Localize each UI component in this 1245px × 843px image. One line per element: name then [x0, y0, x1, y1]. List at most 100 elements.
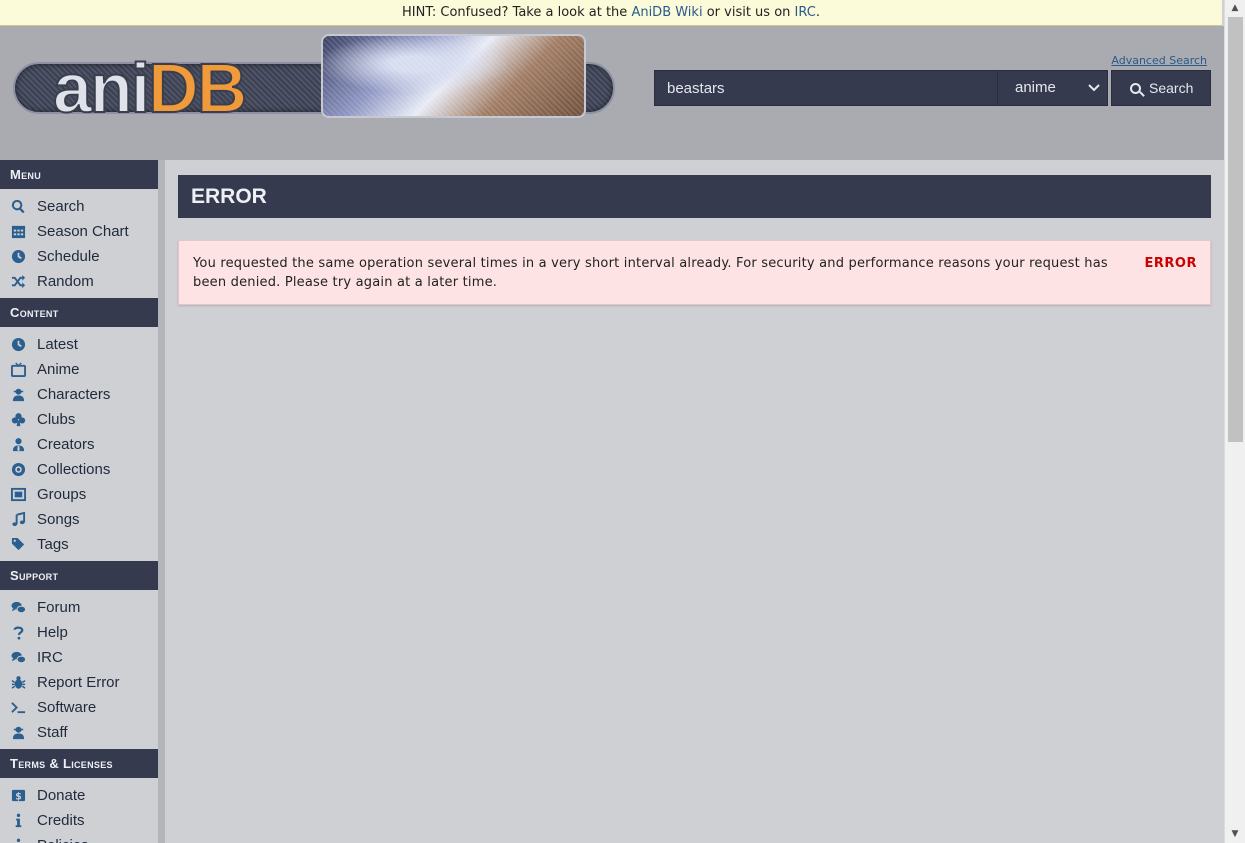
sidebar-item-label: Songs — [37, 511, 80, 528]
scrollbar[interactable]: ▲ ▼ — [1224, 0, 1245, 843]
info-icon — [10, 838, 26, 843]
scroll-thumb[interactable] — [1228, 17, 1243, 442]
sidebar-item-tags[interactable]: Tags — [0, 532, 158, 557]
sidebar-section-terms-licenses: Terms & Licenses — [0, 749, 158, 778]
sidebar-item-schedule[interactable]: Schedule — [0, 244, 158, 269]
question-icon — [10, 625, 26, 641]
sidebar-section-list: Latest Anime Characters Clubs Creators Collec… — [0, 327, 158, 561]
wiki-link[interactable]: AniDB Wiki — [631, 5, 702, 20]
search-type-value: anime — [1015, 79, 1056, 96]
comments-icon — [10, 600, 26, 616]
sidebar-item-staff[interactable]: Staff — [0, 720, 158, 745]
sidebar-item-irc[interactable]: IRC — [0, 645, 158, 670]
sidebar-item-label: Donate — [37, 787, 86, 804]
user-secret-icon — [10, 725, 26, 741]
sidebar-item-characters[interactable]: Characters — [0, 382, 158, 407]
dollar-icon: $ — [10, 788, 26, 804]
irc-link[interactable]: IRC — [795, 5, 816, 20]
clock-icon — [10, 337, 26, 353]
advanced-search-link[interactable]: Advanced Search — [1111, 54, 1207, 67]
sidebar-item-search[interactable]: Search — [0, 194, 158, 219]
sidebar-item-clubs[interactable]: Clubs — [0, 407, 158, 432]
sidebar-item-label: Random — [37, 273, 94, 290]
sidebar-item-songs[interactable]: Songs — [0, 507, 158, 532]
sidebar-section-support: Support — [0, 561, 158, 590]
sidebar-item-season-chart[interactable]: Season Chart — [0, 219, 158, 244]
hint-bar: HINT: Confused? Take a look at the AniDB… — [0, 0, 1222, 26]
info-icon — [10, 813, 26, 829]
sidebar-item-credits[interactable]: Credits — [0, 808, 158, 833]
sidebar-item-creators[interactable]: Creators — [0, 432, 158, 457]
sidebar-item-label: Anime — [37, 361, 80, 378]
sidebar-item-label: Report Error — [37, 674, 120, 691]
sidebar-item-latest[interactable]: Latest — [0, 332, 158, 357]
search-box: anime — [654, 70, 1108, 106]
user-tie-icon — [10, 437, 26, 453]
logo-artwork — [321, 34, 586, 118]
search-button[interactable]: Search — [1111, 70, 1211, 106]
sidebar-item-label: Season Chart — [37, 223, 129, 240]
sidebar-item-label: Help — [37, 624, 68, 641]
sidebar-section-list: $ Donate Credits Policies — [0, 778, 158, 843]
chevron-down-icon — [1088, 71, 1100, 118]
sidebar-section-menu: Menu — [0, 160, 158, 189]
site-header: aniDB Advanced Search anime Search — [0, 26, 1224, 160]
svg-text:$: $ — [15, 791, 22, 802]
comments-icon — [10, 650, 26, 666]
scroll-down-arrow-icon[interactable]: ▼ — [1225, 826, 1245, 843]
sidebar-item-software[interactable]: Software — [0, 695, 158, 720]
sidebar-item-label: IRC — [37, 649, 63, 666]
page-title: ERROR — [178, 175, 1211, 218]
scroll-up-arrow-icon[interactable]: ▲ — [1225, 0, 1245, 17]
sidebar: Menu Search Season Chart Schedule Random Cont… — [0, 160, 158, 843]
search-type-select[interactable]: anime — [997, 71, 1108, 105]
sidebar-item-groups[interactable]: Groups — [0, 482, 158, 507]
sidebar-section-list: Forum Help IRC Report Error Software Staff — [0, 590, 158, 749]
terminal-icon — [10, 700, 26, 716]
sidebar-item-label: Latest — [37, 336, 78, 353]
error-message: You requested the same operation several… — [193, 256, 1108, 290]
sidebar-item-label: Groups — [37, 486, 87, 503]
sidebar-item-collections[interactable]: Collections — [0, 457, 158, 482]
sidebar-item-policies[interactable]: Policies — [0, 833, 158, 843]
sidebar-item-report-error[interactable]: Report Error — [0, 670, 158, 695]
sidebar-item-label: Search — [37, 198, 85, 215]
logo-ani: ani — [52, 48, 151, 128]
calendar-grid-icon — [10, 224, 26, 240]
search-input[interactable] — [655, 71, 997, 105]
user-secret-icon — [10, 387, 26, 403]
logo-db: DB — [147, 48, 248, 128]
sidebar-item-help[interactable]: Help — [0, 620, 158, 645]
sidebar-item-forum[interactable]: Forum — [0, 595, 158, 620]
sidebar-section-list: Search Season Chart Schedule Random — [0, 189, 158, 298]
sidebar-section-content: Content — [0, 298, 158, 327]
object-group-icon — [10, 487, 26, 503]
club-icon — [10, 412, 26, 428]
search-button-label: Search — [1149, 80, 1194, 96]
shuffle-icon — [10, 274, 26, 290]
sidebar-item-label: Software — [37, 699, 97, 716]
bug-icon — [10, 675, 26, 691]
search-icon — [10, 199, 26, 215]
sidebar-item-label: Clubs — [37, 411, 76, 428]
music-icon — [10, 512, 26, 528]
sidebar-item-anime[interactable]: Anime — [0, 357, 158, 382]
disc-icon — [10, 462, 26, 478]
logo-wordmark: aniDB — [52, 48, 248, 128]
sidebar-item-label: Collections — [37, 461, 111, 478]
clock-icon — [10, 249, 26, 265]
hint-prefix: HINT: Confused? Take a look at the — [402, 5, 632, 20]
sidebar-item-label: Credits — [37, 812, 85, 829]
search-icon — [1130, 83, 1141, 94]
sidebar-item-donate[interactable]: $ Donate — [0, 783, 158, 808]
hint-suffix: . — [815, 5, 820, 20]
sidebar-item-random[interactable]: Random — [0, 269, 158, 294]
error-message-box: You requested the same operation several… — [178, 240, 1211, 305]
sidebar-item-label: Policies — [37, 837, 89, 843]
error-label: ERROR — [1144, 256, 1197, 271]
hint-middle: or visit us on — [702, 5, 795, 20]
sidebar-item-label: Creators — [37, 436, 95, 453]
sidebar-item-label: Staff — [37, 724, 68, 741]
sidebar-item-label: Schedule — [37, 248, 100, 265]
tv-icon — [10, 362, 26, 378]
